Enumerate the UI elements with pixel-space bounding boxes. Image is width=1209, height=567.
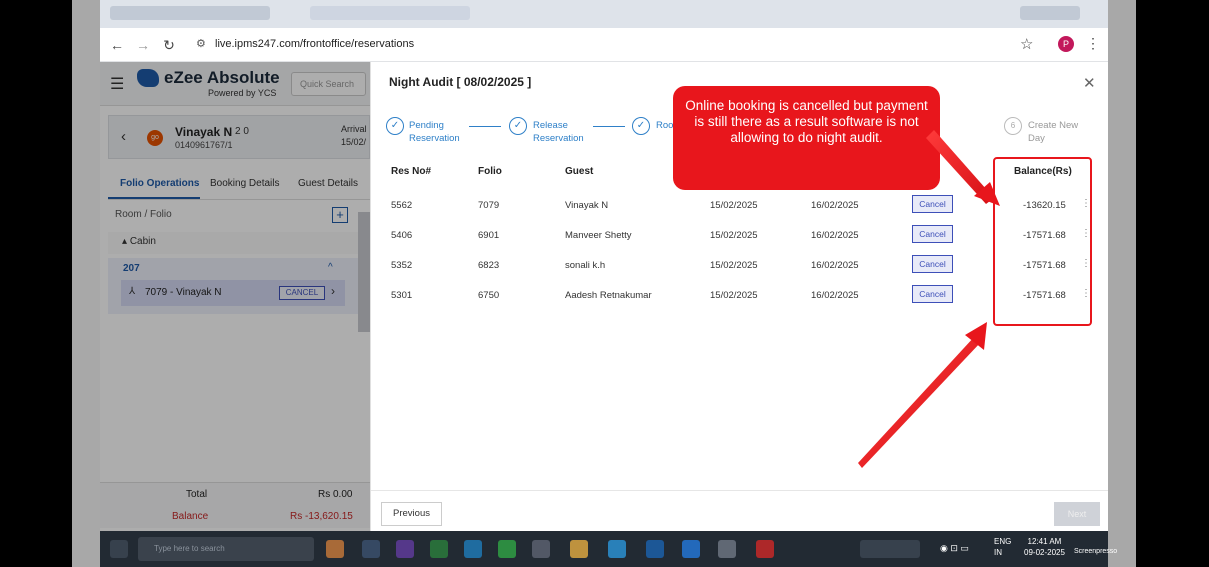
browser-tab-bar <box>100 0 1108 28</box>
clock-time: 12:41 AM <box>1027 537 1062 546</box>
arrival-cell: 15/02/2025 <box>710 290 758 301</box>
screen-recording-stage: ← → ↻ ⚙ live.ipms247.com/frontoffice/res… <box>72 0 1136 567</box>
input-language[interactable]: ENG IN <box>994 536 1011 558</box>
taskbar-app-icon[interactable] <box>430 540 448 558</box>
back-arrow-icon[interactable]: ← <box>108 36 126 54</box>
start-icon[interactable] <box>110 540 128 558</box>
region-code: IN <box>994 548 1002 557</box>
res-no-cell: 5352 <box>391 260 413 271</box>
step-number-icon: 6 <box>1004 117 1022 135</box>
browser-window: ← → ↻ ⚙ live.ipms247.com/frontoffice/res… <box>100 0 1108 567</box>
windows-taskbar: Type here to search ◉ ⊡ ▭ ENG IN 12:41 AM… <box>100 531 1108 567</box>
screen: ← → ↻ ⚙ live.ipms247.com/frontoffice/res… <box>0 0 1209 567</box>
guest-cell: Manveer Shetty <box>565 230 632 241</box>
folio-cell: 6750 <box>478 290 500 301</box>
cancel-button[interactable]: Cancel <box>912 285 953 303</box>
folio-cell: 6823 <box>478 260 500 271</box>
step-release-reservation[interactable]: Release Reservation <box>533 119 584 145</box>
taskbar-app-icon[interactable] <box>464 540 482 558</box>
left-bezel <box>72 0 100 567</box>
next-button[interactable]: Next <box>1054 502 1100 526</box>
taskbar-app-icon[interactable] <box>326 540 344 558</box>
cancel-button[interactable]: Cancel <box>912 255 953 273</box>
taskbar-app-icon[interactable] <box>498 540 516 558</box>
taskbar-app-icon[interactable] <box>362 540 380 558</box>
folio-cell: 6901 <box>478 230 500 241</box>
departure-cell: 16/02/2025 <box>811 290 859 301</box>
ezee-app: ☰ eZee Absolute Powered by YCS Quick Sea… <box>100 62 1108 567</box>
guest-cell: Vinayak N <box>565 200 609 211</box>
chrome-icon[interactable] <box>570 540 588 558</box>
taskbar-app-icon[interactable] <box>396 540 414 558</box>
forward-arrow-icon[interactable]: → <box>134 36 152 54</box>
arrival-cell: 15/02/2025 <box>710 200 758 211</box>
browser-tab-2[interactable] <box>310 6 470 20</box>
browser-menu-icon[interactable]: ⋮ <box>1086 35 1100 52</box>
res-no-cell: 5562 <box>391 200 413 211</box>
guest-cell: sonali k.h <box>565 260 606 271</box>
bookmark-star-icon[interactable]: ☆ <box>1020 35 1033 53</box>
taskbar-app-icon[interactable] <box>532 540 550 558</box>
lang-code: ENG <box>994 537 1012 546</box>
taskbar-app-icon[interactable] <box>682 540 700 558</box>
modal-backdrop <box>100 62 370 567</box>
address-bar: ← → ↻ ⚙ live.ipms247.com/frontoffice/res… <box>100 28 1108 62</box>
browser-tab-1[interactable] <box>110 6 270 20</box>
clock-date: 09-02-2025 <box>1024 548 1065 557</box>
res-no-cell: 5301 <box>391 290 413 301</box>
url-field[interactable]: live.ipms247.com/frontoffice/reservation… <box>215 38 414 50</box>
cancel-button[interactable]: Cancel <box>912 195 953 213</box>
clock[interactable]: 12:41 AM 09-02-2025 <box>1024 536 1065 558</box>
step-connector <box>593 126 625 127</box>
folio-cell: 7079 <box>478 200 500 211</box>
watermark: Screenpresso <box>1074 548 1118 555</box>
column-res-no: Res No# <box>391 166 432 177</box>
departure-cell: 16/02/2025 <box>811 200 859 211</box>
step-connector <box>469 126 501 127</box>
step-check-icon: ✓ <box>632 117 650 135</box>
step-check-icon: ✓ <box>386 117 404 135</box>
taskbar-app-icon[interactable] <box>646 540 664 558</box>
right-bezel <box>1108 0 1136 567</box>
column-guest: Guest <box>565 166 594 177</box>
taskbar-widget-icon[interactable] <box>860 540 920 558</box>
taskbar-app-icon[interactable] <box>608 540 626 558</box>
step-room[interactable]: Roo <box>656 119 673 132</box>
departure-cell: 16/02/2025 <box>811 230 859 241</box>
column-folio: Folio <box>478 166 502 177</box>
annotation-highlight-box <box>993 157 1092 326</box>
cancel-button[interactable]: Cancel <box>912 225 953 243</box>
annotation-callout: Online booking is cancelled but payment … <box>673 86 940 190</box>
profile-avatar[interactable]: P <box>1058 36 1074 52</box>
departure-cell: 16/02/2025 <box>811 260 859 271</box>
taskbar-app-icon[interactable] <box>718 540 736 558</box>
taskbar-app-icon[interactable] <box>756 540 774 558</box>
window-controls[interactable] <box>1020 6 1080 20</box>
res-no-cell: 5406 <box>391 230 413 241</box>
reload-icon[interactable]: ↻ <box>160 36 178 54</box>
step-pending-reservation[interactable]: Pending Reservation <box>409 119 460 145</box>
taskbar-search-input[interactable]: Type here to search <box>138 537 314 561</box>
modal-title: Night Audit [ 08/02/2025 ] <box>389 75 532 89</box>
system-tray-icons[interactable]: ◉ ⊡ ▭ <box>940 543 969 554</box>
step-check-icon: ✓ <box>509 117 527 135</box>
arrival-cell: 15/02/2025 <box>710 230 758 241</box>
site-info-icon[interactable]: ⚙ <box>196 37 206 50</box>
guest-cell: Aadesh Retnakumar <box>565 290 652 301</box>
close-icon[interactable]: ✕ <box>1083 74 1096 92</box>
arrival-cell: 15/02/2025 <box>710 260 758 271</box>
previous-button[interactable]: Previous <box>381 502 442 526</box>
step-create-new-day[interactable]: Create New Day <box>1028 119 1078 145</box>
